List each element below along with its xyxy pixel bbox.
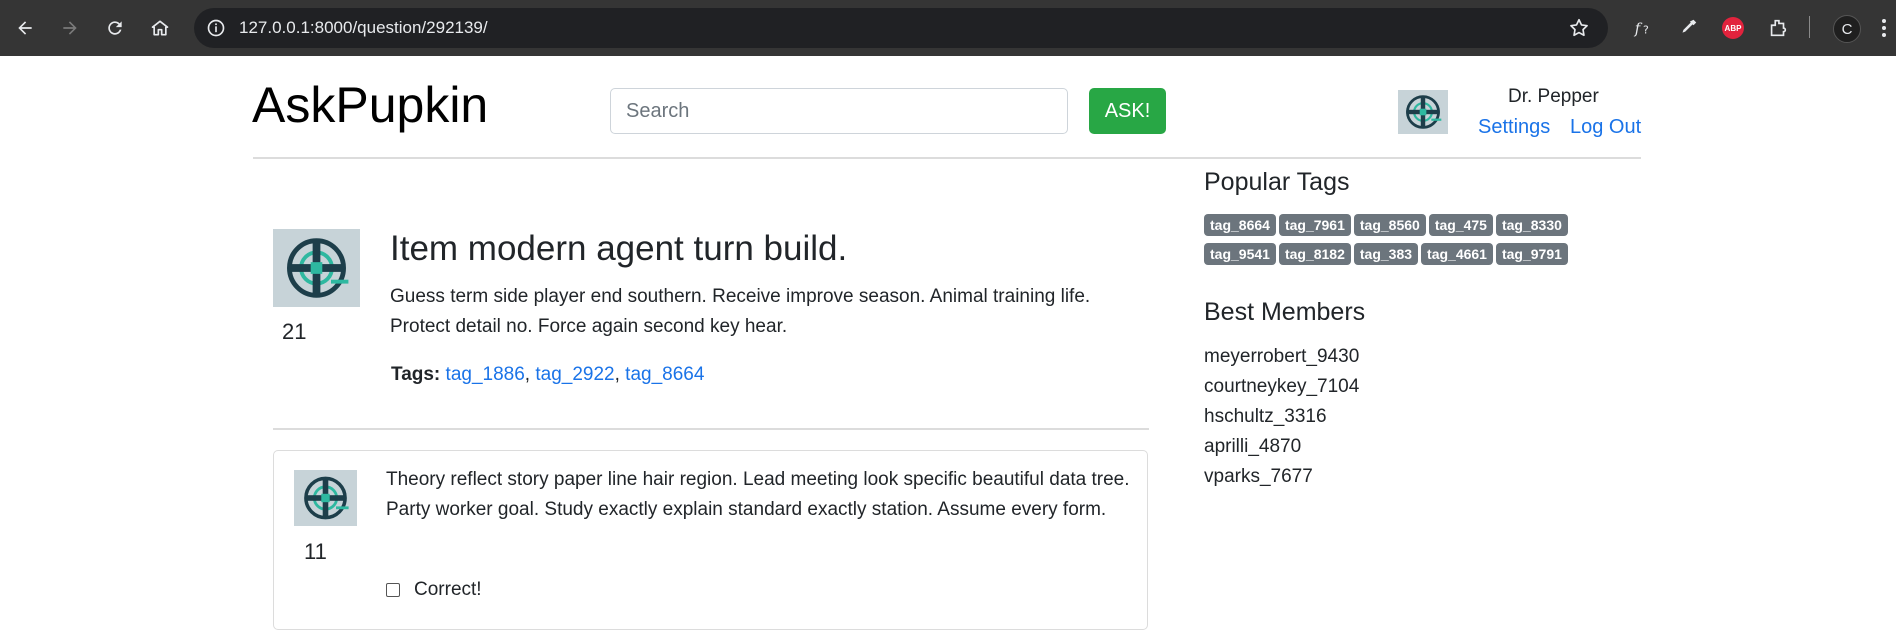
back-icon[interactable] — [8, 11, 42, 45]
adblock-icon[interactable]: ABP — [1718, 13, 1748, 43]
tag-separator: , — [524, 364, 531, 385]
popular-tags-list: tag_8664 tag_7961 tag_8560 tag_475 tag_8330 … — [1204, 214, 1624, 272]
tags-label: Tags: — [391, 364, 441, 385]
popular-tag-badge[interactable]: tag_475 — [1428, 214, 1493, 236]
logout-link[interactable]: Log Out — [1570, 116, 1641, 139]
site-logo-text[interactable]: AskPupkin — [252, 76, 488, 134]
header-divider — [253, 157, 1641, 159]
question-divider — [273, 428, 1149, 430]
question-body: Guess term side player end southern. Rec… — [390, 286, 1091, 337]
popular-tag-badge[interactable]: tag_8182 — [1278, 243, 1351, 265]
member-item[interactable]: courtneykey_7104 — [1204, 372, 1359, 402]
question-vote-count: 21 — [282, 319, 307, 344]
popular-tag-badge[interactable]: tag_8560 — [1353, 214, 1426, 236]
user-name: Dr. Pepper — [1508, 86, 1599, 107]
correct-checkbox[interactable] — [386, 583, 400, 597]
eyedropper-icon[interactable] — [1673, 13, 1703, 43]
menu-kebab-icon[interactable] — [1876, 14, 1892, 42]
member-item[interactable]: vparks_7677 — [1204, 462, 1359, 492]
answer-card: 11 Theory reflect story paper line hair … — [273, 450, 1148, 630]
svg-text:f: f — [1634, 21, 1643, 38]
svg-text:?: ? — [1643, 24, 1649, 37]
site-info-icon[interactable] — [206, 18, 226, 38]
font-icon[interactable]: f? — [1628, 13, 1658, 43]
answer-vote-count: 11 — [304, 539, 327, 564]
question-author-avatar[interactable] — [273, 229, 360, 307]
best-members-title: Best Members — [1204, 298, 1366, 326]
popular-tag-badge[interactable]: tag_7961 — [1278, 214, 1351, 236]
user-avatar[interactable] — [1398, 90, 1448, 134]
ask-button[interactable]: ASK! — [1089, 88, 1166, 134]
question-tag-link[interactable]: tag_8664 — [625, 364, 704, 385]
reload-icon[interactable] — [98, 11, 132, 45]
question-tag-link[interactable]: tag_2922 — [535, 364, 614, 385]
popular-tag-badge[interactable]: tag_9791 — [1495, 243, 1568, 265]
forward-icon[interactable] — [53, 11, 87, 45]
toolbar-divider — [1809, 16, 1810, 38]
settings-link[interactable]: Settings — [1478, 116, 1550, 139]
question-tags: Tags: tag_1886, tag_2922, tag_8664 — [391, 364, 704, 386]
url-text[interactable]: 127.0.0.1:8000/question/292139/ — [239, 18, 488, 38]
puzzle-icon[interactable] — [1763, 13, 1793, 43]
profile-avatar[interactable]: C — [1833, 15, 1861, 43]
popular-tag-badge[interactable]: tag_8664 — [1204, 214, 1276, 236]
home-icon[interactable] — [143, 11, 177, 45]
popular-tag-badge[interactable]: tag_9541 — [1204, 243, 1276, 265]
best-members-list: meyerrobert_9430 courtneykey_7104 hschul… — [1204, 342, 1359, 492]
popular-tag-badge[interactable]: tag_383 — [1353, 243, 1419, 265]
page-content: AskPupkin ASK! Dr. Pepper Settings Log O… — [0, 56, 1896, 642]
member-item[interactable]: meyerrobert_9430 — [1204, 342, 1359, 372]
correct-checkbox-row[interactable]: Correct! — [386, 579, 482, 601]
correct-label[interactable]: Correct! — [414, 579, 482, 601]
answer-author-avatar[interactable] — [294, 470, 357, 526]
question-title: Item modern agent turn build. — [390, 229, 848, 268]
address-bar[interactable]: 127.0.0.1:8000/question/292139/ — [194, 8, 1608, 48]
member-item[interactable]: aprilli_4870 — [1204, 432, 1359, 462]
question-tag-link[interactable]: tag_1886 — [446, 364, 525, 385]
search-input[interactable] — [610, 88, 1068, 134]
member-item[interactable]: hschultz_3316 — [1204, 402, 1359, 432]
popular-tags-title: Popular Tags — [1204, 168, 1350, 196]
browser-toolbar: 127.0.0.1:8000/question/292139/ f? ABP C — [0, 0, 1896, 56]
popular-tag-badge[interactable]: tag_4661 — [1421, 243, 1493, 265]
answer-body: Theory reflect story paper line hair reg… — [386, 469, 1130, 520]
popular-tag-badge[interactable]: tag_8330 — [1495, 214, 1568, 236]
tag-separator: , — [614, 364, 620, 385]
bookmark-star-icon[interactable] — [1568, 17, 1590, 39]
